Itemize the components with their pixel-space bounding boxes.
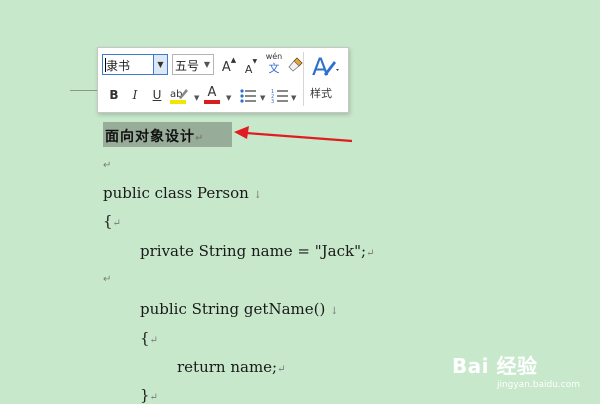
italic-button[interactable]: I (125, 88, 145, 108)
code-line: private String name = "Jack";↵ (140, 242, 374, 260)
heading-text: 面向对象设计 (105, 129, 195, 145)
font-size-combobox[interactable]: 五号 ▼ (172, 54, 214, 75)
code-line: {↵ (103, 212, 121, 230)
code-line-text: } (140, 386, 150, 404)
bullet-list-icon (240, 89, 256, 103)
line-break-mark: ↓ (330, 306, 339, 317)
chevron-down-icon[interactable]: ▼ (153, 55, 167, 74)
styles-label: 样式 (310, 87, 332, 100)
font-color-bar (204, 100, 220, 104)
watermark: Bai 经验 jingyan.baidu.com (452, 350, 580, 390)
numbered-list-button[interactable]: 1 2 3 (270, 88, 290, 108)
paragraph-mark: ↵ (103, 274, 112, 285)
format-painter-icon (288, 57, 303, 72)
pinyin-bottom: 文 (268, 62, 280, 75)
bold-button[interactable]: B (104, 88, 124, 108)
bullet-list-button[interactable] (238, 88, 258, 108)
numbered-list-icon: 1 2 3 (271, 89, 288, 105)
shrink-font-button[interactable]: A▼ (241, 58, 261, 78)
chevron-down-icon[interactable]: ▼ (194, 94, 199, 102)
highlight-button[interactable]: ab (168, 85, 192, 105)
paragraph-mark: ↵ (195, 133, 205, 144)
pinyin-top: wén (265, 52, 283, 61)
code-line: public String getName() ↓ (140, 300, 338, 318)
paragraph-mark: ↵ (149, 392, 158, 403)
code-line-text: { (103, 212, 113, 230)
paragraph-mark: ↵ (112, 218, 121, 229)
code-line-text: { (140, 329, 150, 347)
code-line: }↵ (140, 386, 158, 404)
code-line-text: return name; (177, 358, 278, 376)
annotation-arrow (234, 126, 353, 143)
document-margin-line (70, 90, 100, 91)
styles-icon: A (312, 53, 339, 81)
chevron-down-icon[interactable]: ▼ (202, 55, 212, 74)
toolbar-separator (303, 52, 304, 106)
watermark-brand: Bai 经验 (451, 354, 538, 378)
svg-text:3: 3 (271, 99, 274, 104)
paragraph-mark: ↵ (366, 248, 375, 259)
chevron-down-icon[interactable]: ▼ (226, 94, 231, 102)
font-color-button[interactable]: A (202, 86, 222, 106)
line-break-mark: ↓ (253, 190, 262, 201)
svg-text:A: A (312, 53, 329, 81)
code-line: public class Person ↓ (103, 184, 262, 202)
code-line: return name;↵ (177, 358, 285, 376)
code-line-text: public class Person (103, 184, 249, 202)
grow-font-button[interactable]: A▲ (219, 56, 239, 76)
pinyin-guide-button[interactable]: wén 文 (263, 52, 285, 75)
font-name-combobox[interactable]: 隶书 ▼ (102, 54, 168, 75)
paragraph-mark: ↵ (103, 160, 112, 171)
paragraph-mark: ↵ (277, 364, 286, 375)
underline-button[interactable]: U (147, 88, 167, 108)
code-line: {↵ (140, 329, 158, 347)
document-heading[interactable]: 面向对象设计↵ (105, 126, 204, 146)
styles-button[interactable]: A (310, 53, 340, 81)
font-size-value: 五号 (175, 59, 200, 73)
code-line-text: private String name = "Jack"; (140, 242, 367, 260)
font-name-value: 隶书 (106, 59, 131, 73)
watermark-url: jingyan.baidu.com (496, 380, 580, 390)
paragraph-mark: ↵ (149, 335, 158, 346)
chevron-down-icon[interactable]: ▼ (291, 94, 296, 102)
code-line-text: public String getName() (140, 300, 326, 318)
grow-font-icon: A (221, 60, 231, 75)
floating-format-toolbar: 隶书 ▼ 五号 ▼ A▲ A▼ wén 文 A 样式 B I U ab ▼ A … (97, 47, 349, 113)
chevron-down-icon[interactable]: ▼ (260, 94, 265, 102)
font-color-glyph: A (207, 85, 217, 100)
highlight-icon: ab (170, 89, 188, 104)
